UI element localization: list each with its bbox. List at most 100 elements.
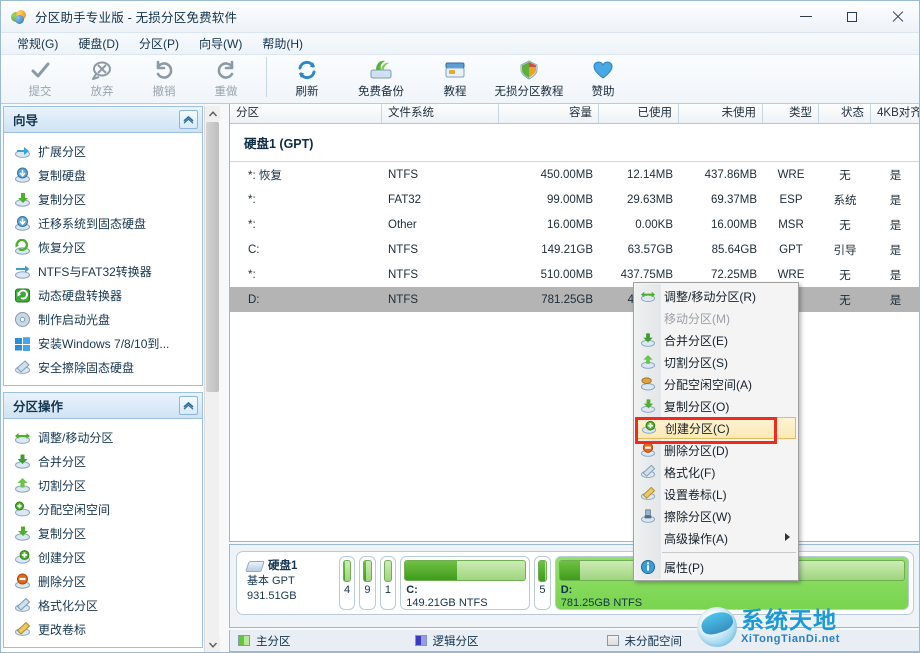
minimize-icon (800, 16, 812, 17)
table-row[interactable]: *: NTFS 510.00MB 437.75MB 72.25MB WRE 无 … (230, 262, 920, 287)
sidebar-item-merge[interactable]: 合并分区 (4, 449, 202, 473)
toolbar-donate[interactable]: 赞助 (572, 55, 634, 102)
wizard-collapse-button[interactable] (179, 110, 198, 129)
toolbar-undo[interactable]: 撤销 (133, 55, 195, 102)
ctx-delete[interactable]: 删除分区(D) (634, 439, 798, 461)
book-icon (442, 58, 468, 82)
wizard-panel: 向导 扩展分区 复制硬盘 复制分区 (3, 106, 203, 386)
scroll-down-arrow[interactable] (205, 637, 220, 652)
cell-used: 437.75MB (599, 269, 679, 281)
toolbar-commit[interactable]: 提交 (9, 55, 71, 102)
operations-collapse-button[interactable] (179, 396, 198, 415)
partition-assistant-window: 分区助手专业版 - 无损分区免费软件 常规(G) 硬盘(D) 分区(P) 向导(… (0, 0, 920, 653)
sidebar-item-label: 切割分区 (38, 477, 86, 494)
table-row[interactable]: *: Other 16.00MB 0.00KB 16.00MB MSR 无 是 (230, 212, 920, 237)
maximize-button[interactable] (829, 1, 875, 32)
globe-icon (697, 607, 737, 647)
menu-partition[interactable]: 分区(P) (129, 33, 189, 54)
sidebar-item-delete-partition[interactable]: 删除分区 (4, 569, 202, 593)
ctx-copy[interactable]: 复制分区(O) (634, 395, 798, 417)
sidebar-item-copy-partition[interactable]: 复制分区 (4, 187, 202, 211)
toolbar: 提交 放弃 撤销 重做 (1, 55, 920, 104)
toolbar-refresh[interactable]: 刷新 (276, 55, 338, 102)
refresh-icon (294, 58, 320, 82)
diskmap-part-esp[interactable]: 9 (359, 556, 375, 610)
ctx-wipe[interactable]: 擦除分区(W) (634, 505, 798, 527)
app-logo-icon (10, 8, 28, 26)
ctx-format[interactable]: 格式化(F) (634, 461, 798, 483)
sidebar-item-split[interactable]: 切割分区 (4, 473, 202, 497)
ctx-allocate-free[interactable]: 分配空闲空间(A) (634, 373, 798, 395)
scroll-up-arrow[interactable] (205, 106, 220, 121)
sidebar-item-bootable-cd[interactable]: 制作启动光盘 (4, 307, 202, 331)
minimize-button[interactable] (783, 1, 829, 32)
partition-table: 分区 文件系统 容量 已使用 未使用 类型 状态 4KB对齐 硬盘1 (GPT)… (229, 104, 920, 542)
diskmap-part-c[interactable]: C: 149.21GB NTFS (400, 556, 530, 610)
sidebar-item-label: 调整/移动分区 (38, 429, 113, 446)
table-row-selected[interactable]: D: NTFS 781.25GB 44.82GB 无 是 (230, 287, 920, 312)
ctx-item-label: 创建分区(C) (665, 420, 730, 437)
sidebar-item-recover-partition[interactable]: 恢复分区 (4, 235, 202, 259)
migrate-os-icon (14, 215, 31, 232)
sidebar-item-create-partition[interactable]: 创建分区 (4, 545, 202, 569)
menu-disk[interactable]: 硬盘(D) (68, 33, 129, 54)
col-filesystem[interactable]: 文件系统 (382, 104, 499, 123)
diskmap-part-size: 149.21GB NTFS (401, 594, 529, 609)
toolbar-commit-label: 提交 (29, 83, 52, 99)
merge-icon (14, 453, 31, 470)
sidebar-item-migrate-os[interactable]: 迁移系统到固态硬盘 (4, 211, 202, 235)
ctx-create[interactable]: 创建分区(C) (636, 417, 796, 439)
diskmap-part-wre[interactable]: 5 (534, 556, 550, 610)
sidebar-item-copy-partition[interactable]: 复制分区 (4, 521, 202, 545)
ctx-item-label: 合并分区(E) (664, 332, 728, 349)
close-icon (892, 11, 904, 23)
cell-unused: 69.37MB (679, 194, 763, 206)
cell-filesystem: NTFS (382, 269, 499, 281)
table-row[interactable]: C: NTFS 149.21GB 63.57GB 85.64GB GPT 引导 … (230, 237, 920, 262)
col-unused[interactable]: 未使用 (679, 104, 763, 123)
cell-capacity: 510.00MB (499, 269, 599, 281)
sidebar-item-secure-erase[interactable]: 安全擦除固态硬盘 (4, 355, 202, 379)
ctx-properties[interactable]: 属性(P) (634, 556, 798, 578)
sidebar-item-convert-fs[interactable]: NTFS与FAT32转换器 (4, 259, 202, 283)
sidebar-item-allocate-free-space[interactable]: 分配空闲空间 (4, 497, 202, 521)
toolbar-lossless-tutorial-label: 无损分区教程 (495, 83, 564, 99)
diskmap-part-recovery[interactable]: 4 (339, 556, 355, 610)
toolbar-free-backup[interactable]: 免费备份 (338, 55, 424, 102)
ctx-split[interactable]: 切割分区(S) (634, 351, 798, 373)
menu-wizard[interactable]: 向导(W) (189, 33, 252, 54)
table-row[interactable]: *: FAT32 99.00MB 29.63MB 69.37MB ESP 系统 … (230, 187, 920, 212)
sidebar-scrollbar[interactable] (204, 106, 219, 652)
table-row[interactable]: *: 恢复 NTFS 450.00MB 12.14MB 437.86MB WRE… (230, 162, 920, 187)
sidebar-item-dynamic-disk[interactable]: 动态硬盘转换器 (4, 283, 202, 307)
toolbar-lossless-tutorial[interactable]: 无损分区教程 (486, 55, 572, 102)
sidebar-item-install-windows[interactable]: 安装Windows 7/8/10到... (4, 331, 202, 355)
ctx-advanced[interactable]: 高级操作(A) (634, 527, 798, 549)
sidebar-item-copy-disk[interactable]: 复制硬盘 (4, 163, 202, 187)
col-partition[interactable]: 分区 (230, 104, 382, 123)
menu-help[interactable]: 帮助(H) (252, 33, 313, 54)
cell-type: WRE (763, 269, 819, 281)
col-used[interactable]: 已使用 (599, 104, 679, 123)
scrollbar-thumb[interactable] (206, 122, 219, 392)
ctx-resize-move[interactable]: 调整/移动分区(R) (634, 285, 798, 307)
sidebar-item-extend-partition[interactable]: 扩展分区 (4, 139, 202, 163)
disk-icon (245, 561, 265, 572)
sidebar-item-change-label[interactable]: 更改卷标 (4, 617, 202, 641)
col-status[interactable]: 状态 (819, 104, 871, 123)
sidebar-item-resize-move[interactable]: 调整/移动分区 (4, 425, 202, 449)
sidebar-item-format[interactable]: 格式化分区 (4, 593, 202, 617)
col-4kb-align[interactable]: 4KB对齐 (871, 104, 920, 123)
menu-general[interactable]: 常规(G) (7, 33, 68, 54)
toolbar-tutorial[interactable]: 教程 (424, 55, 486, 102)
col-type[interactable]: 类型 (763, 104, 819, 123)
toolbar-redo[interactable]: 重做 (195, 55, 257, 102)
col-capacity[interactable]: 容量 (499, 104, 599, 123)
cell-type: ESP (763, 194, 819, 206)
ctx-set-label[interactable]: 设置卷标(L) (634, 483, 798, 505)
format-icon (640, 464, 656, 480)
close-button[interactable] (875, 1, 920, 32)
ctx-merge[interactable]: 合并分区(E) (634, 329, 798, 351)
toolbar-discard[interactable]: 放弃 (71, 55, 133, 102)
diskmap-part-msr[interactable]: 1 (380, 556, 396, 610)
